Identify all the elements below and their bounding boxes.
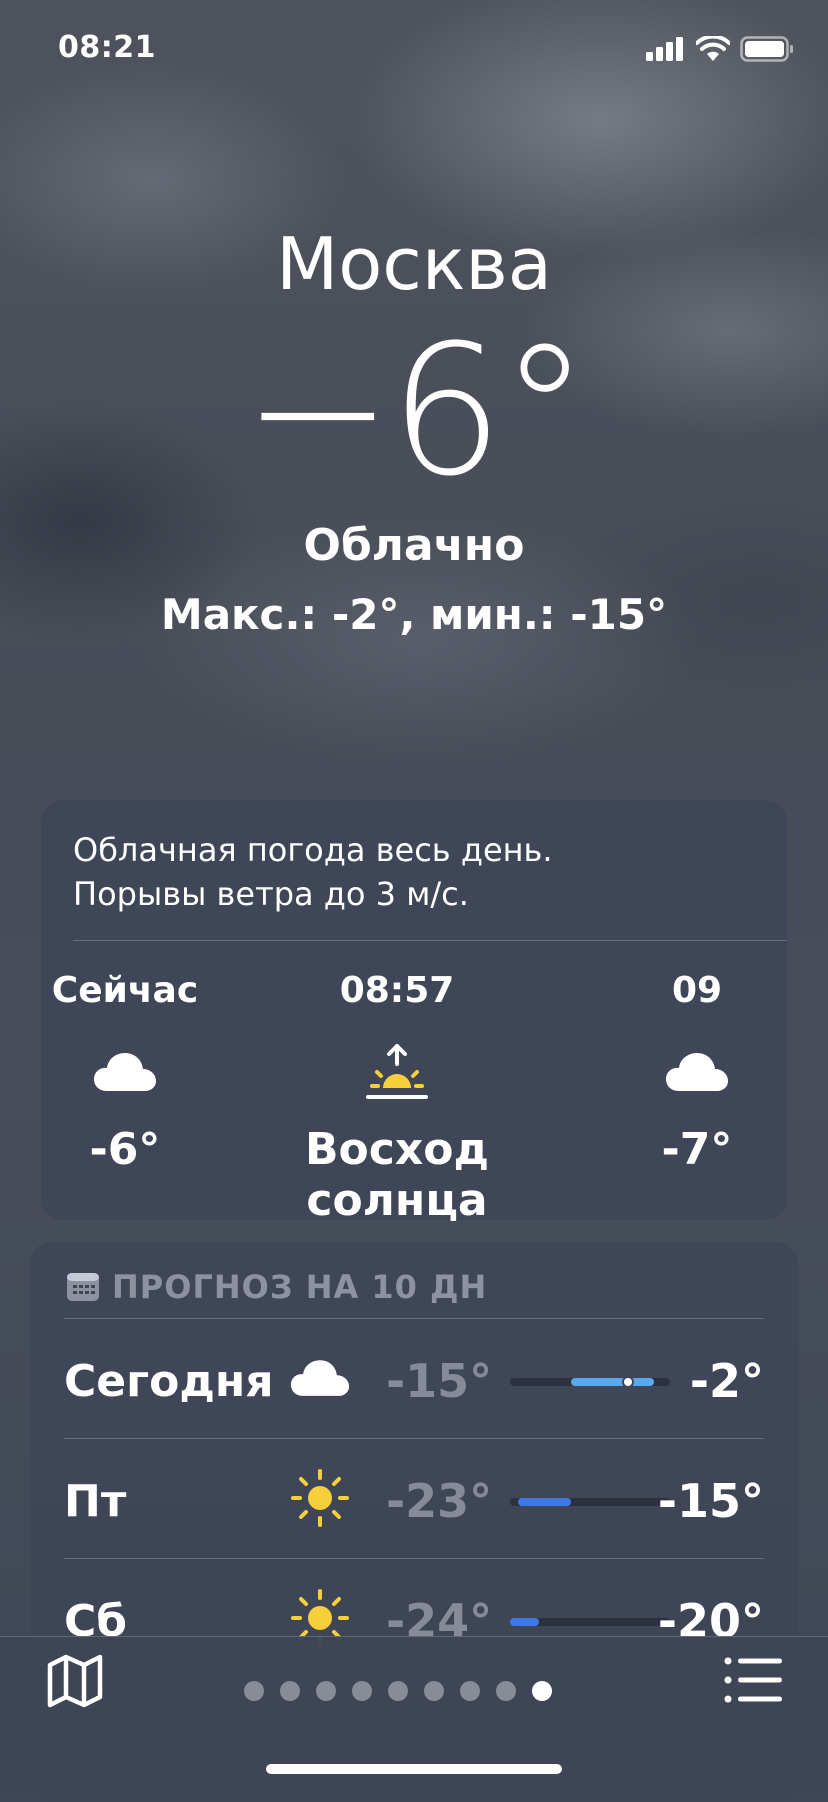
sun-icon bbox=[291, 1469, 349, 1527]
page-dot[interactable] bbox=[424, 1681, 444, 1701]
signal-icon bbox=[646, 37, 683, 61]
cloud-icon bbox=[290, 1360, 350, 1396]
page-dot[interactable] bbox=[280, 1681, 300, 1701]
page-dot[interactable] bbox=[460, 1681, 480, 1701]
forecast-day: Сегодня bbox=[64, 1356, 274, 1407]
cloud-icon bbox=[94, 1053, 156, 1091]
page-dot[interactable] bbox=[496, 1681, 516, 1701]
hourly-forecast-card[interactable]: Облачная погода весь день. Порывы ветра … bbox=[41, 800, 787, 1226]
status-icons bbox=[646, 36, 794, 62]
page-indicator[interactable] bbox=[244, 1681, 552, 1701]
page-dot[interactable] bbox=[244, 1681, 264, 1701]
forecast-high: -2° bbox=[689, 1354, 764, 1408]
divider bbox=[73, 940, 787, 941]
sunrise-icon bbox=[366, 1044, 428, 1099]
home-indicator[interactable] bbox=[266, 1764, 562, 1774]
summary-line-1: Облачная погода весь день. bbox=[73, 831, 553, 869]
hourly-temperature: -7° bbox=[661, 1124, 733, 1175]
temperature-range-bar bbox=[510, 1618, 670, 1626]
condition: Облачно bbox=[303, 520, 525, 571]
hourly-item-now: Сейчас -6° bbox=[25, 970, 225, 1175]
status-time: 08:21 bbox=[58, 30, 156, 65]
hourly-item-sunrise: 08:57 Восход солнца bbox=[247, 970, 547, 1226]
map-icon[interactable] bbox=[46, 1653, 104, 1709]
divider bbox=[64, 1558, 764, 1559]
divider bbox=[64, 1438, 764, 1439]
hourly-item-09: 09 -7° bbox=[597, 970, 797, 1175]
temperature-range-fill bbox=[510, 1618, 539, 1626]
hourly-value: Восход солнца bbox=[305, 1124, 489, 1226]
temperature-range-fill bbox=[518, 1498, 571, 1506]
divider bbox=[64, 1318, 764, 1319]
hourly-temperature: -6° bbox=[89, 1124, 161, 1175]
summary-line-2: Порывы ветра до 3 м/с. bbox=[73, 875, 469, 913]
weather-summary: Облачная погода весь день. Порывы ветра … bbox=[73, 828, 553, 916]
page-dot[interactable] bbox=[316, 1681, 336, 1701]
forecast-day: Пт bbox=[64, 1476, 127, 1527]
forecast-high: -15° bbox=[657, 1474, 764, 1528]
temperature-range-bar bbox=[510, 1498, 670, 1506]
forecast-title: ПРОГНОЗ НА 10 ДН bbox=[112, 1268, 488, 1306]
forecast-row-today[interactable]: Сегодня -15° -2° bbox=[64, 1320, 764, 1438]
page-dot[interactable] bbox=[352, 1681, 372, 1701]
page-dot[interactable] bbox=[532, 1681, 552, 1701]
temperature-range-bar bbox=[510, 1376, 670, 1388]
wifi-icon bbox=[696, 36, 730, 61]
cloud-icon bbox=[666, 1053, 728, 1091]
forecast-header: ПРОГНОЗ НА 10 ДН bbox=[66, 1268, 487, 1306]
hourly-label: 08:57 bbox=[339, 970, 455, 1011]
current-temperature: −6° bbox=[242, 307, 589, 516]
calendar-icon bbox=[67, 1273, 99, 1301]
high-low: Макс.: -2°, мин.: -15° bbox=[160, 590, 668, 639]
city-name: Москва bbox=[276, 222, 552, 306]
hourly-label: Сейчас bbox=[51, 970, 199, 1011]
forecast-low: -23° bbox=[386, 1474, 493, 1528]
list-icon[interactable] bbox=[724, 1657, 782, 1703]
hourly-label: 09 bbox=[671, 970, 723, 1011]
forecast-row-fri[interactable]: Пт -23° -15° bbox=[64, 1440, 764, 1558]
page-dot[interactable] bbox=[388, 1681, 408, 1701]
temperature-range-fill bbox=[570, 1378, 654, 1386]
battery-icon bbox=[740, 36, 793, 62]
forecast-low: -15° bbox=[386, 1354, 493, 1408]
current-temperature-marker bbox=[622, 1376, 635, 1388]
